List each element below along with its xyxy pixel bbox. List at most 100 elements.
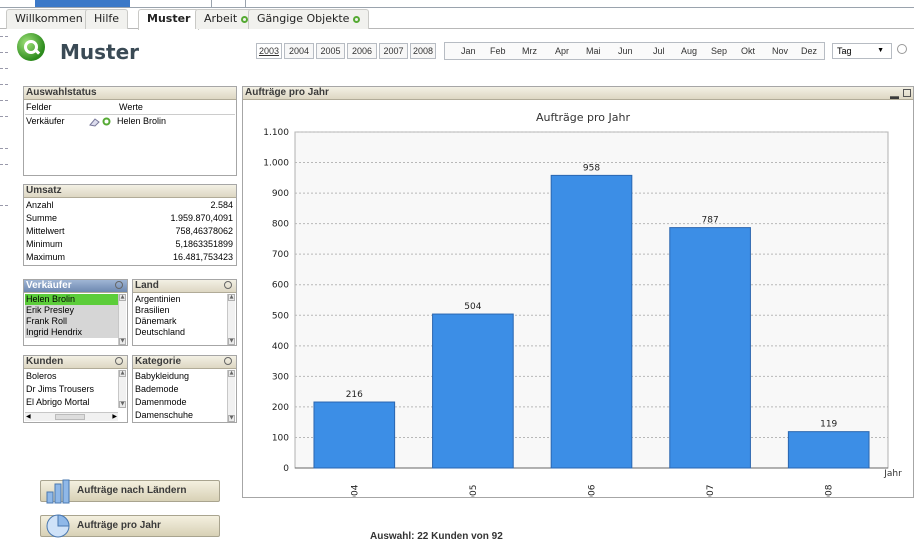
- year-button[interactable]: 2004: [284, 43, 314, 59]
- search-icon[interactable]: [224, 281, 232, 289]
- scroll-down-icon[interactable]: ▼: [119, 338, 126, 345]
- bar[interactable]: [787, 431, 870, 469]
- day-dropdown[interactable]: Tag ▼: [832, 43, 892, 59]
- month-button[interactable]: Dez: [801, 46, 817, 56]
- chart-title: Aufträge pro Jahr: [536, 111, 630, 124]
- clear-selection-icon[interactable]: [897, 44, 907, 54]
- selection-status: Auswahl: 22 Kunden von 92: [370, 531, 503, 542]
- scroll-right-icon[interactable]: ▶: [112, 413, 117, 420]
- horizontal-scrollbar[interactable]: ◀ ▶: [25, 412, 118, 421]
- scroll-up-icon[interactable]: ▲: [228, 294, 235, 301]
- qlikview-logo-icon: [17, 33, 45, 61]
- tab-label: Willkommen: [15, 12, 83, 25]
- list-item[interactable]: Dänemark: [134, 316, 228, 327]
- listbox-title: Verkäufer: [24, 280, 127, 293]
- month-button[interactable]: Jun: [618, 46, 633, 56]
- stat-value: 2.584: [210, 200, 233, 210]
- list-item[interactable]: Babykleidung: [134, 371, 228, 382]
- month-button[interactable]: Jan: [461, 46, 476, 56]
- month-button[interactable]: Mai: [586, 46, 601, 56]
- month-button[interactable]: Nov: [772, 46, 788, 56]
- scroll-left-icon[interactable]: ◀: [26, 413, 31, 420]
- scrollbar[interactable]: ▲ ▼: [118, 294, 126, 345]
- selection-active-icon: [102, 117, 111, 126]
- scroll-up-icon[interactable]: ▲: [228, 370, 235, 377]
- maximize-icon[interactable]: [903, 89, 911, 97]
- list-item[interactable]: Frank Roll: [25, 316, 119, 327]
- bar-chart: Aufträge pro Jahr 0 100 200 300 400 500 600 700…: [263, 111, 902, 497]
- divider: [25, 114, 235, 115]
- month-button[interactable]: Mrz: [522, 46, 537, 56]
- scrollbar[interactable]: ▲ ▼: [227, 294, 235, 345]
- stat-label: Mittelwert: [26, 226, 65, 236]
- scrollbar[interactable]: ▲ ▼: [227, 370, 235, 422]
- chevron-down-icon: ▼: [877, 47, 884, 54]
- year-button[interactable]: 2007: [379, 43, 408, 59]
- y-tick-label: 300: [272, 372, 289, 382]
- list-item[interactable]: Damenschuhe: [134, 410, 228, 421]
- list-item[interactable]: Dr Jims Trousers: [25, 384, 119, 395]
- month-button[interactable]: Feb: [490, 46, 506, 56]
- year-button[interactable]: 2003: [256, 43, 282, 59]
- listbox-title-text: Land: [135, 280, 159, 291]
- scroll-down-icon[interactable]: ▼: [228, 338, 235, 345]
- month-button[interactable]: Apr: [555, 46, 569, 56]
- scroll-up-icon[interactable]: ▲: [119, 370, 126, 377]
- auftraege-pro-jahr-button[interactable]: Aufträge pro Jahr: [40, 514, 220, 538]
- list-item[interactable]: El Abrigo Mortal: [25, 397, 119, 408]
- list-item[interactable]: Ingrid Hendrix: [25, 327, 119, 338]
- year-button[interactable]: 2006: [347, 43, 377, 59]
- listbox-title-text: Kunden: [26, 356, 64, 367]
- bar[interactable]: [313, 401, 396, 469]
- eraser-icon[interactable]: [89, 117, 101, 127]
- search-icon[interactable]: [224, 357, 232, 365]
- selection-field: Verkäufer: [26, 116, 65, 126]
- listbox-verkaeufer: Verkäufer Helen Brolin Erik Presley Fran…: [23, 279, 128, 346]
- page-edge-line: [0, 205, 8, 206]
- listbox-kategorie: Kategorie Babykleidung Bademode Damenmod…: [132, 355, 237, 423]
- tab-willkommen[interactable]: Willkommen: [6, 9, 92, 29]
- month-button[interactable]: Okt: [741, 46, 755, 56]
- page-edge-line: [0, 36, 8, 37]
- auftraege-nach-laendern-button[interactable]: Aufträge nach Ländern: [40, 479, 220, 504]
- month-button[interactable]: Sep: [711, 46, 727, 56]
- tab-hilfe[interactable]: Hilfe: [85, 9, 129, 29]
- scrollbar[interactable]: ▲ ▼: [118, 370, 126, 408]
- year-button[interactable]: 2005: [316, 43, 345, 59]
- list-item[interactable]: Argentinien: [134, 294, 228, 305]
- list-item[interactable]: Damenmode: [134, 397, 228, 408]
- tab-gaengige-objekte[interactable]: Gängige Objekte: [248, 9, 370, 29]
- list-item[interactable]: Bademode: [134, 384, 228, 395]
- page-edge-line: [0, 100, 8, 101]
- current-selections-title: Auswahlstatus: [24, 87, 236, 100]
- bar[interactable]: [669, 227, 751, 469]
- top-strip: [0, 0, 914, 8]
- bar[interactable]: [550, 174, 633, 469]
- bar[interactable]: [432, 313, 514, 469]
- search-icon[interactable]: [115, 281, 123, 289]
- month-button[interactable]: Jul: [653, 46, 665, 56]
- list-item[interactable]: Erik Presley: [25, 305, 119, 316]
- list-item[interactable]: Helen Brolin: [25, 294, 119, 305]
- umsatz-stats-box: Umsatz Anzahl 2.584 Summe 1.959.870,4091…: [23, 184, 237, 266]
- scroll-thumb[interactable]: [55, 414, 85, 420]
- listbox-land: Land Argentinien Brasilien Dänemark Deut…: [132, 279, 237, 346]
- scroll-down-icon[interactable]: ▼: [119, 401, 126, 408]
- tab-muster[interactable]: Muster: [138, 9, 200, 30]
- col-header-fields: Felder: [26, 102, 52, 112]
- sheet-tabs: Willkommen Hilfe Muster Arbeit Gängige O…: [0, 8, 914, 30]
- scroll-up-icon[interactable]: ▲: [119, 294, 126, 301]
- chart-auftraege-pro-jahr: Aufträge pro Jahr ▬ Aufträge pro Jahr 0 1…: [242, 86, 914, 498]
- search-icon[interactable]: [115, 357, 123, 365]
- y-tick-label: 800: [272, 220, 289, 230]
- bar-value-label: 958: [583, 163, 600, 173]
- list-item[interactable]: Deutschland: [134, 327, 228, 338]
- x-axis-ticks: 2004 2005 2006 2007 2008: [350, 484, 834, 497]
- list-item[interactable]: Brasilien: [134, 305, 228, 316]
- list-item[interactable]: Boleros: [25, 371, 119, 382]
- x-axis-label: Jahr: [883, 469, 902, 479]
- scroll-down-icon[interactable]: ▼: [228, 415, 235, 422]
- year-button[interactable]: 2008: [410, 43, 436, 59]
- tab-label: Hilfe: [94, 12, 120, 25]
- month-button[interactable]: Aug: [681, 46, 697, 56]
